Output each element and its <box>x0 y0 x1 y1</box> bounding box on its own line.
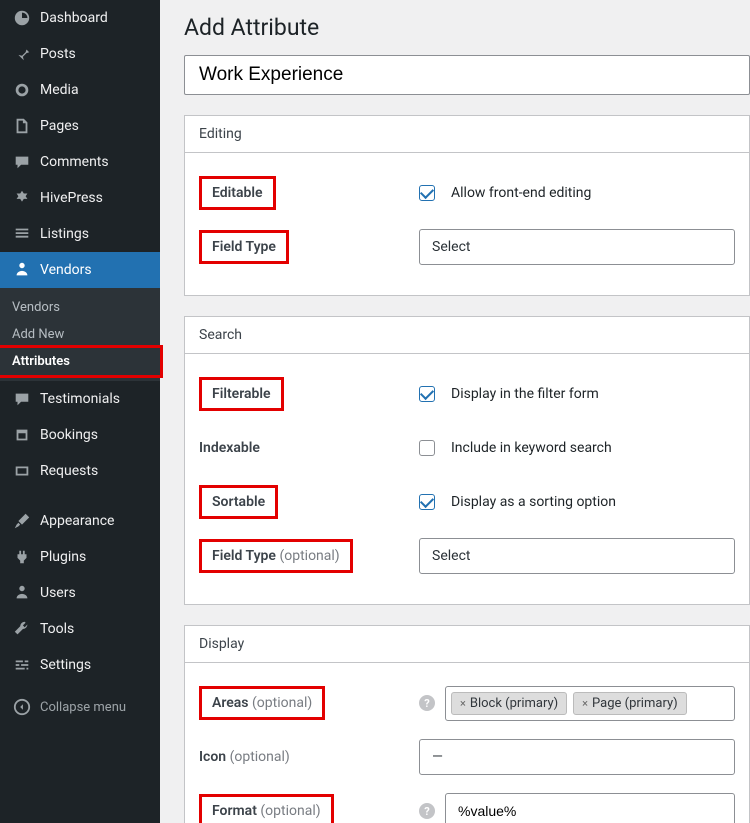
sidebar-item-label: Vendors <box>40 262 92 278</box>
search-field-type-label: Field Type (optional) <box>199 539 353 573</box>
collapse-icon <box>12 697 32 717</box>
help-icon[interactable]: ? <box>419 695 435 711</box>
format-input[interactable] <box>445 793 735 823</box>
sidebar-item-plugins[interactable]: Plugins <box>0 539 160 575</box>
sidebar-item-label: Appearance <box>40 513 114 529</box>
indexable-checkbox[interactable] <box>419 440 435 456</box>
sliders-icon <box>12 655 32 675</box>
brush-icon <box>12 511 32 531</box>
sidebar-item-label: Plugins <box>40 549 86 565</box>
dashboard-icon <box>12 8 32 28</box>
plug-icon <box>12 547 32 567</box>
user-icon <box>12 583 32 603</box>
sidebar-item-testimonials[interactable]: Testimonials <box>0 381 160 417</box>
search-heading: Search <box>185 317 749 354</box>
sidebar-item-label: HivePress <box>40 190 103 206</box>
filterable-label: Filterable <box>199 377 284 411</box>
filterable-checkbox[interactable] <box>419 386 435 402</box>
display-panel: Display Areas (optional) ? ×Block (prima… <box>184 625 750 823</box>
collapse-label: Collapse menu <box>40 700 126 715</box>
sidebar-item-label: Posts <box>40 46 76 62</box>
collapse-menu[interactable]: Collapse menu <box>0 689 160 725</box>
sidebar-item-bookings[interactable]: Bookings <box>0 417 160 453</box>
tag-remove-icon[interactable]: × <box>460 697 466 710</box>
indexable-label: Indexable <box>199 440 260 456</box>
sortable-checkbox[interactable] <box>419 494 435 510</box>
sidebar-item-requests[interactable]: Requests <box>0 453 160 489</box>
comment-icon <box>12 152 32 172</box>
sidebar-item-settings[interactable]: Settings <box>0 647 160 683</box>
search-field-type-select[interactable]: Select <box>419 538 735 574</box>
sidebar-item-label: Listings <box>40 226 89 242</box>
main-content: Add Attribute Editing Editable Allow fro… <box>160 0 750 823</box>
search-panel: Search Filterable Display in the filter … <box>184 316 750 605</box>
attribute-name-input[interactable] <box>184 55 750 95</box>
editing-heading: Editing <box>185 116 749 153</box>
sidebar-item-label: Dashboard <box>40 10 108 26</box>
sidebar-item-listings[interactable]: Listings <box>0 216 160 252</box>
submenu-vendors[interactable]: Vendors <box>0 294 160 321</box>
area-tag[interactable]: ×Block (primary) <box>451 692 567 715</box>
editable-check-label: Allow front-end editing <box>451 185 591 201</box>
editable-label: Editable <box>199 176 276 210</box>
sidebar-item-vendors[interactable]: Vendors <box>0 252 160 288</box>
areas-label: Areas (optional) <box>199 686 325 720</box>
sidebar-item-appearance[interactable]: Appearance <box>0 503 160 539</box>
sortable-check-label: Display as a sorting option <box>451 494 616 510</box>
page-title: Add Attribute <box>184 14 750 41</box>
help-icon[interactable]: ? <box>419 803 435 819</box>
sidebar-item-comments[interactable]: Comments <box>0 144 160 180</box>
sidebar-item-tools[interactable]: Tools <box>0 611 160 647</box>
sidebar-item-media[interactable]: Media <box>0 72 160 108</box>
format-label: Format (optional) <box>199 794 334 823</box>
sidebar-item-users[interactable]: Users <box>0 575 160 611</box>
calendar-icon <box>12 425 32 445</box>
field-type-label: Field Type <box>199 230 289 264</box>
submenu-add-new[interactable]: Add New <box>0 321 160 348</box>
sidebar-item-pages[interactable]: Pages <box>0 108 160 144</box>
vendor-icon <box>12 260 32 280</box>
sidebar-item-dashboard[interactable]: Dashboard <box>0 0 160 36</box>
vendors-submenu: Vendors Add New Attributes <box>0 288 160 381</box>
indexable-check-label: Include in keyword search <box>451 440 612 456</box>
sortable-label: Sortable <box>199 485 278 519</box>
sidebar-item-label: Requests <box>40 463 98 479</box>
editable-checkbox[interactable] <box>419 185 435 201</box>
display-heading: Display <box>185 626 749 663</box>
admin-sidebar: Dashboard Posts Media Pages Comments Hiv… <box>0 0 160 823</box>
wrench-icon <box>12 619 32 639</box>
sidebar-item-label: Testimonials <box>40 391 120 407</box>
testimonial-icon <box>12 389 32 409</box>
sidebar-item-label: Bookings <box>40 427 98 443</box>
pin-icon <box>12 44 32 64</box>
sidebar-item-label: Media <box>40 82 79 98</box>
hivepress-icon <box>12 188 32 208</box>
sidebar-item-label: Tools <box>40 621 74 637</box>
listings-icon <box>12 224 32 244</box>
areas-tags-input[interactable]: ×Block (primary) ×Page (primary) <box>445 686 735 721</box>
sidebar-item-label: Settings <box>40 657 91 673</box>
sidebar-item-hivepress[interactable]: HivePress <box>0 180 160 216</box>
sidebar-item-label: Users <box>40 585 76 601</box>
icon-label: Icon (optional) <box>199 749 290 765</box>
pages-icon <box>12 116 32 136</box>
sidebar-item-posts[interactable]: Posts <box>0 36 160 72</box>
submenu-attributes[interactable]: Attributes <box>0 345 163 378</box>
media-icon <box>12 80 32 100</box>
sidebar-item-label: Comments <box>40 154 109 170</box>
tag-remove-icon[interactable]: × <box>582 697 588 710</box>
requests-icon <box>12 461 32 481</box>
sidebar-item-label: Pages <box>40 118 79 134</box>
icon-select[interactable]: — <box>419 739 735 775</box>
area-tag[interactable]: ×Page (primary) <box>573 692 686 715</box>
editing-field-type-select[interactable]: Select <box>419 229 735 265</box>
editing-panel: Editing Editable Allow front-end editing… <box>184 115 750 296</box>
filterable-check-label: Display in the filter form <box>451 386 599 402</box>
